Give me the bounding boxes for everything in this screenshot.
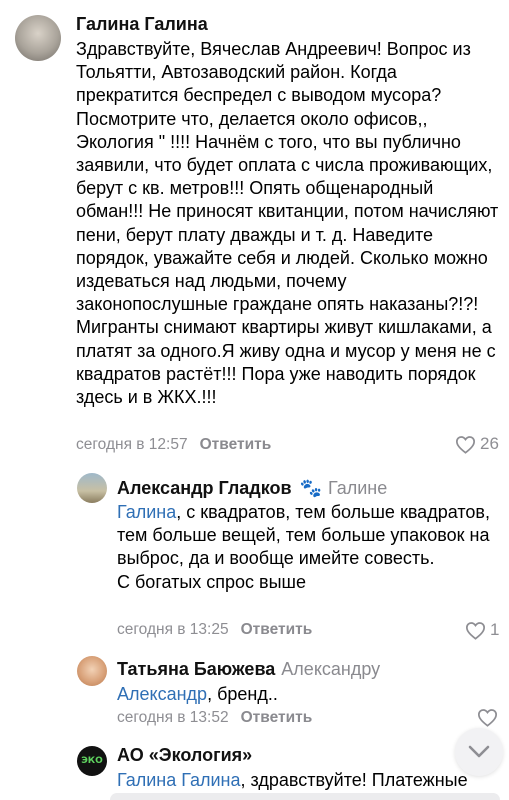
like-count: 26 [480, 434, 499, 453]
avatar[interactable] [77, 473, 107, 503]
comment-author-line: Александр Гладков 🐾 Галине [117, 478, 387, 499]
comment-text: Галина, с квадратов, тем больше квадрато… [117, 501, 502, 594]
mention-link[interactable]: Галина [117, 502, 176, 522]
like-button[interactable]: 1 [465, 620, 499, 640]
avatar[interactable]: ЭКО [77, 746, 107, 776]
scroll-down-button[interactable] [455, 728, 503, 776]
comment-time: сегодня в 13:25 [117, 621, 229, 638]
like-count: 1 [490, 620, 500, 639]
comment-text: Галина Галина, здравствуйте! Платежные [117, 769, 502, 792]
comment-meta: сегодня в 13:52 Ответить [117, 709, 312, 727]
reply-button[interactable]: Ответить [241, 709, 313, 726]
heart-outline-icon [477, 709, 498, 727]
avatar[interactable] [77, 656, 107, 686]
paw-icon: 🐾 [299, 478, 322, 498]
reply-button[interactable]: Ответить [200, 436, 272, 453]
comment-author[interactable]: Александр Гладков [117, 478, 292, 498]
comment-text: Александр, бренд.. [117, 683, 502, 706]
mention-link[interactable]: Галина Галина [117, 770, 241, 790]
mention-link[interactable]: Александр [117, 684, 207, 704]
comment-input-edge[interactable] [110, 793, 500, 800]
comment-author[interactable]: Татьяна Баюжева [117, 659, 275, 679]
heart-outline-icon [465, 621, 486, 640]
chevron-down-icon [468, 745, 490, 758]
comment-time: сегодня в 13:52 [117, 709, 229, 726]
comment-author[interactable]: Галина Галина [76, 14, 208, 35]
comment-meta: сегодня в 12:57 Ответить [76, 436, 271, 454]
comment-author-line: Татьяна Баюжева Александру [117, 659, 380, 680]
heart-outline-icon [455, 435, 476, 454]
comment-author[interactable]: АО «Экология» [117, 745, 252, 766]
like-button[interactable] [477, 708, 498, 727]
comment-body: , здравствуйте! Платежные [240, 770, 468, 790]
comment-meta: сегодня в 13:25 Ответить [117, 621, 312, 639]
reply-to[interactable]: Александру [281, 659, 380, 679]
reply-to[interactable]: Галине [328, 478, 387, 498]
comment-body: , бренд.. [207, 684, 278, 704]
comment-text: Здравствуйте, Вячеслав Андреевич! Вопрос… [76, 39, 499, 408]
avatar[interactable] [15, 15, 61, 61]
reply-button[interactable]: Ответить [241, 621, 313, 638]
comment-time: сегодня в 12:57 [76, 436, 188, 453]
avatar-logo-text: ЭКО [81, 756, 103, 766]
like-button[interactable]: 26 [455, 434, 499, 454]
